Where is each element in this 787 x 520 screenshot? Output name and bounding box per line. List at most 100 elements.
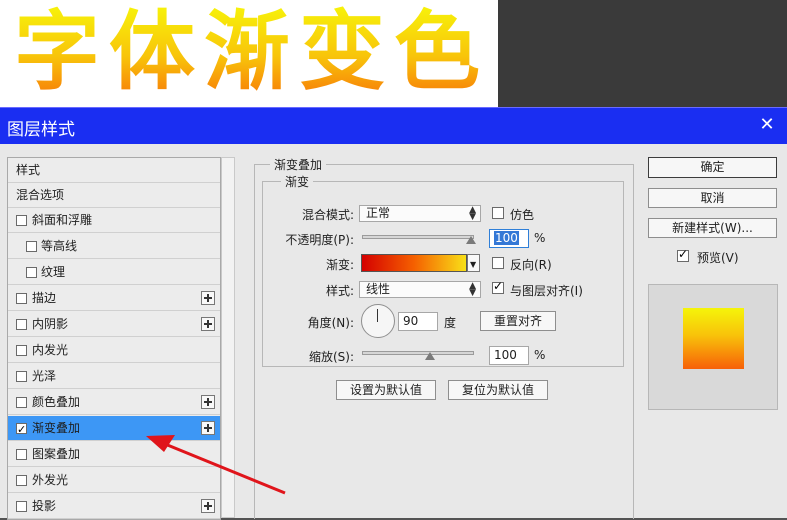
- opacity-input[interactable]: 100: [489, 229, 529, 248]
- close-icon[interactable]: ✕: [757, 114, 777, 136]
- style-list-scrollbar[interactable]: [221, 157, 235, 518]
- satin-checkbox[interactable]: [16, 371, 27, 382]
- list-item-texture[interactable]: 纹理: [8, 260, 220, 285]
- list-item-label: 内阴影: [32, 317, 69, 331]
- outer-glow-checkbox[interactable]: [16, 475, 27, 486]
- add-color-overlay-icon[interactable]: [201, 395, 215, 409]
- color-overlay-checkbox[interactable]: [16, 397, 27, 408]
- gradient-style-select[interactable]: 线性 ▲ ▼: [359, 281, 481, 298]
- gradient-preview-bar[interactable]: [361, 254, 467, 272]
- list-item-stroke[interactable]: 描边: [8, 286, 220, 311]
- reverse-label: 反向(R): [510, 258, 552, 272]
- list-item-label: 颜色叠加: [32, 395, 81, 409]
- blend-mode-label: 混合模式:: [301, 208, 354, 222]
- list-item-styles[interactable]: 样式: [8, 158, 220, 183]
- list-item-label: 投影: [32, 499, 57, 513]
- add-inner-shadow-icon[interactable]: [201, 317, 215, 331]
- banner-title: 字体渐变色: [14, 2, 489, 102]
- list-item-label: 样式: [16, 163, 41, 177]
- align-with-layer-label: 与图层对齐(I): [510, 284, 583, 298]
- canvas-background: [498, 0, 787, 107]
- set-as-default-button[interactable]: 设置为默认值: [336, 380, 436, 400]
- inner-glow-checkbox[interactable]: [16, 345, 27, 356]
- pattern-overlay-checkbox[interactable]: [16, 449, 27, 460]
- style-label: 样式:: [325, 284, 354, 298]
- list-item-drop-shadow[interactable]: 投影: [8, 494, 220, 519]
- gradient-label: 渐变:: [325, 258, 354, 272]
- dialog-body: 样式 混合选项 斜面和浮雕 等高线 纹理 描边 内阴影 内发光 光泽 颜色叠加 …: [0, 144, 787, 520]
- bevel-emboss-checkbox[interactable]: [16, 215, 27, 226]
- list-item-inner-shadow[interactable]: 内阴影: [8, 312, 220, 337]
- list-item-label: 等高线: [41, 239, 78, 253]
- layer-style-dialog: 图层样式 ✕ 样式 混合选项 斜面和浮雕 等高线 纹理 描边 内阴影 内发光 光…: [0, 107, 787, 520]
- add-stroke-icon[interactable]: [201, 291, 215, 305]
- gradient-preview-swatch: [683, 308, 744, 369]
- add-drop-shadow-icon[interactable]: [201, 499, 215, 513]
- reset-alignment-button[interactable]: 重置对齐: [480, 311, 556, 331]
- inner-shadow-checkbox[interactable]: [16, 319, 27, 330]
- scale-label: 缩放(S):: [308, 350, 354, 364]
- opacity-slider[interactable]: [362, 235, 474, 239]
- scale-unit: %: [534, 348, 546, 362]
- list-item-color-overlay[interactable]: 颜色叠加: [8, 390, 220, 415]
- dither-label: 仿色: [510, 208, 535, 222]
- angle-dial[interactable]: [361, 304, 395, 338]
- preview-checkbox[interactable]: [677, 247, 689, 262]
- cancel-button[interactable]: 取消: [648, 188, 777, 208]
- list-item-contour[interactable]: 等高线: [8, 234, 220, 259]
- list-item-label: 混合选项: [16, 188, 65, 202]
- scale-slider[interactable]: [362, 351, 474, 355]
- opacity-slider-thumb[interactable]: [466, 236, 476, 244]
- list-item-outer-glow[interactable]: 外发光: [8, 468, 220, 493]
- list-item-pattern-overlay[interactable]: 图案叠加: [8, 442, 220, 467]
- list-item-label: 图案叠加: [32, 447, 81, 461]
- updown-arrow-icon: ▲ ▼: [469, 281, 476, 298]
- add-gradient-overlay-icon[interactable]: [201, 421, 215, 435]
- texture-checkbox[interactable]: [26, 267, 37, 278]
- list-item-label: 外发光: [32, 473, 69, 487]
- list-item-gradient-overlay[interactable]: 渐变叠加: [8, 416, 220, 442]
- opacity-unit: %: [534, 231, 546, 245]
- gradient-dropdown[interactable]: ▼: [467, 254, 480, 272]
- list-item-label: 纹理: [41, 265, 66, 279]
- list-item-inner-glow[interactable]: 内发光: [8, 338, 220, 363]
- chevron-down-icon: ▼: [470, 260, 477, 269]
- style-list: 样式 混合选项 斜面和浮雕 等高线 纹理 描边 内阴影 内发光 光泽 颜色叠加 …: [7, 157, 221, 520]
- scale-input[interactable]: 100: [489, 346, 529, 365]
- preview-label: 预览(V): [697, 251, 739, 265]
- blend-mode-value: 正常: [366, 206, 391, 220]
- reset-to-default-button[interactable]: 复位为默认值: [448, 380, 548, 400]
- align-with-layer-checkbox[interactable]: [492, 279, 504, 294]
- new-style-button[interactable]: 新建样式(W)...: [648, 218, 777, 238]
- scale-slider-thumb[interactable]: [425, 352, 435, 360]
- list-item-label: 渐变叠加: [32, 421, 81, 435]
- blend-mode-select[interactable]: 正常 ▲ ▼: [359, 205, 481, 222]
- banner-image: 字体渐变色: [0, 0, 498, 107]
- angle-input[interactable]: 90: [398, 312, 438, 331]
- stroke-checkbox[interactable]: [16, 293, 27, 304]
- style-preview-box: [648, 284, 778, 410]
- opacity-value: 100: [494, 231, 519, 245]
- dither-checkbox[interactable]: [492, 207, 504, 219]
- dialog-titlebar[interactable]: 图层样式 ✕: [0, 108, 787, 144]
- drop-shadow-checkbox[interactable]: [16, 501, 27, 512]
- updown-arrow-icon: ▲ ▼: [469, 205, 476, 222]
- list-item-label: 描边: [32, 291, 57, 305]
- list-item-bevel-emboss[interactable]: 斜面和浮雕: [8, 208, 220, 233]
- list-item-label: 光泽: [32, 369, 57, 383]
- gradient-overlay-checkbox[interactable]: [16, 417, 27, 442]
- gradient-style-value: 线性: [366, 282, 391, 296]
- contour-checkbox[interactable]: [26, 241, 37, 252]
- angle-value: 90: [403, 314, 419, 328]
- reverse-checkbox[interactable]: [492, 257, 504, 269]
- angle-unit: 度: [444, 316, 457, 330]
- ok-button[interactable]: 确定: [648, 157, 777, 178]
- scale-value: 100: [494, 348, 517, 362]
- subgroup-title: 渐变: [281, 173, 314, 190]
- group-title: 渐变叠加: [270, 156, 327, 173]
- dialog-title: 图层样式: [7, 120, 75, 140]
- opacity-label: 不透明度(P):: [285, 233, 354, 247]
- list-item-blending-options[interactable]: 混合选项: [8, 183, 220, 208]
- angle-label: 角度(N):: [307, 316, 354, 330]
- list-item-satin[interactable]: 光泽: [8, 364, 220, 389]
